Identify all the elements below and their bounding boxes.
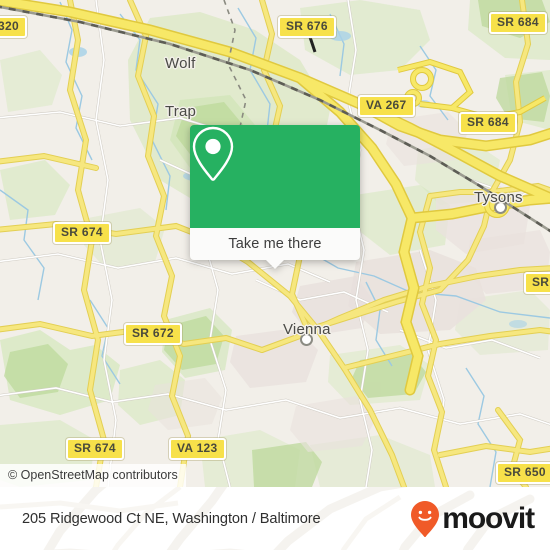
take-me-there-label: Take me there: [228, 236, 322, 252]
road-shield-sr-674-west[interactable]: SR 674: [53, 222, 111, 244]
map-screenshot: Wolf Trap Tysons Vienna 320 SR 676 SR 68…: [0, 0, 550, 550]
destination-callout[interactable]: Take me there: [190, 125, 360, 269]
map-pin-icon: [192, 126, 234, 181]
location-address: 205 Ridgewood Ct NE, Washington / Baltim…: [22, 510, 321, 527]
callout-action-panel[interactable]: Take me there: [190, 228, 360, 260]
callout-icon-panel: [190, 125, 360, 228]
road-shield-sr-650[interactable]: SR 650: [496, 462, 550, 484]
moovit-pin-icon: [411, 500, 440, 537]
road-shield-sr-672[interactable]: SR 672: [124, 323, 182, 345]
osm-attribution[interactable]: © OpenStreetMap contributors: [0, 464, 186, 487]
road-shield-sr-6-clipped[interactable]: SR 6: [524, 272, 550, 294]
road-shield-sr-684-north[interactable]: SR 684: [489, 12, 547, 34]
footer-bar: 205 Ridgewood Ct NE, Washington / Baltim…: [0, 487, 550, 550]
callout-pointer: [266, 260, 284, 269]
place-dot-tysons: [494, 201, 507, 214]
map-canvas[interactable]: Wolf Trap Tysons Vienna 320 SR 676 SR 68…: [0, 0, 550, 487]
road-shield-sr-676[interactable]: SR 676: [278, 16, 336, 38]
moovit-logo[interactable]: moovit: [410, 500, 535, 538]
moovit-wordmark: moovit: [442, 501, 535, 535]
road-shield-320[interactable]: 320: [0, 16, 27, 38]
road-shield-va-267[interactable]: VA 267: [358, 95, 415, 117]
road-shield-sr-674-south[interactable]: SR 674: [66, 438, 124, 460]
road-shield-sr-684-east[interactable]: SR 684: [459, 112, 517, 134]
road-shield-va-123[interactable]: VA 123: [169, 438, 226, 460]
place-dot-vienna: [300, 333, 313, 346]
